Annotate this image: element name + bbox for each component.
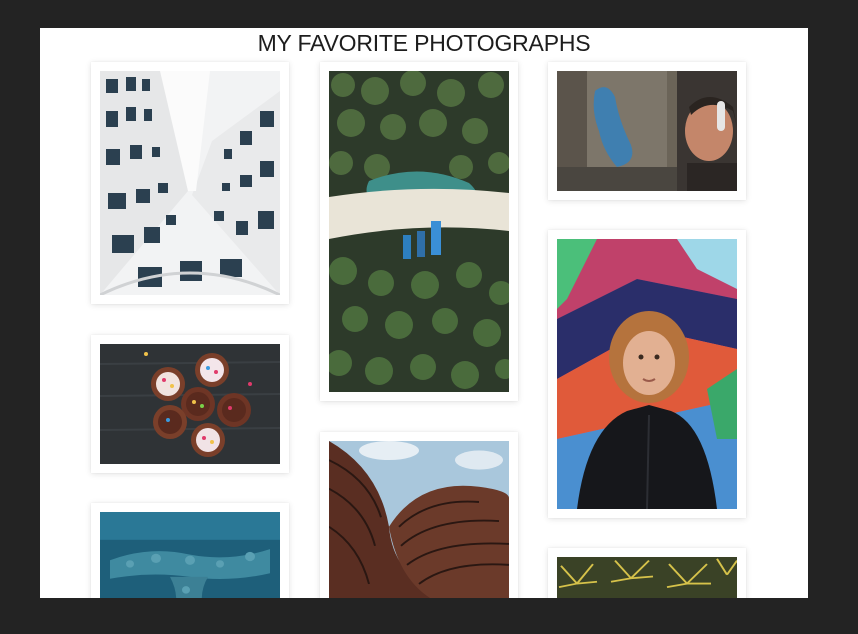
photo-card-graffiti-headphones[interactable] — [548, 62, 746, 200]
photo-girl-graffiti — [557, 239, 737, 509]
photo-curved-architecture — [329, 441, 509, 598]
photo-card-building[interactable] — [91, 62, 289, 304]
photo-card-cupcakes[interactable] — [91, 335, 289, 473]
photo-underwater-reef — [100, 512, 280, 598]
photo-aerial-beach — [329, 71, 509, 392]
photo-card-curved-architecture[interactable] — [320, 432, 518, 598]
photo-card-yellow-palms[interactable] — [548, 548, 746, 598]
photo-card-girl-graffiti[interactable] — [548, 230, 746, 518]
photo-building-looking-up — [100, 71, 280, 295]
photo-graffiti-headphones — [557, 71, 737, 191]
photo-yellow-palms — [557, 557, 737, 598]
photo-card-aerial-beach[interactable] — [320, 62, 518, 401]
photo-cupcakes — [100, 344, 280, 464]
photo-card-underwater-reef[interactable] — [91, 503, 289, 598]
page-title: MY FAVORITE PHOTOGRAPHS — [257, 30, 591, 56]
gallery-page: MY FAVORITE PHOTOGRAPHS — [40, 28, 808, 598]
